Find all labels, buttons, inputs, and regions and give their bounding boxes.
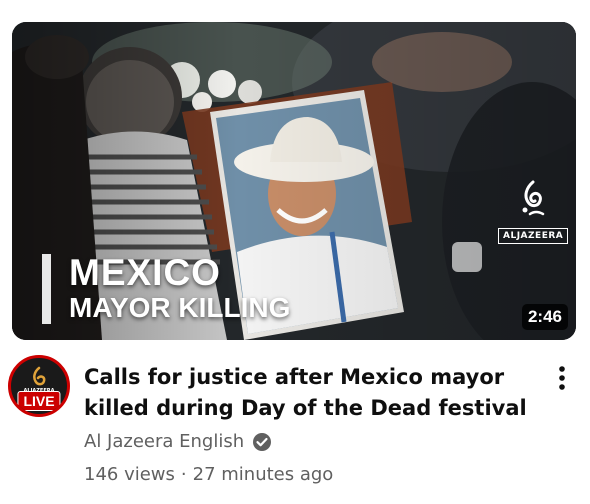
upload-age: 27 minutes ago — [192, 464, 334, 485]
verified-check-icon — [253, 433, 272, 451]
view-count: 146 views — [84, 464, 175, 485]
aljazeera-watermark: ALJAZEERA — [498, 180, 569, 244]
more-options-button[interactable] — [552, 364, 572, 394]
channel-avatar[interactable]: ALJAZEERA LIVE — [8, 355, 70, 417]
channel-name: Al Jazeera English — [84, 431, 245, 452]
metadata-separator: · — [180, 464, 187, 485]
live-badge: LIVE — [17, 391, 61, 411]
thumbnail-headline: MEXICO MAYOR KILLING — [42, 254, 290, 324]
video-title[interactable]: Calls for justice after Mexico mayor kil… — [84, 362, 544, 424]
aljazeera-logo-icon — [522, 180, 545, 216]
video-card[interactable]: MEXICO MAYOR KILLING ALJAZEERA 2:46 ALJA… — [0, 0, 590, 504]
headline-line-1: MEXICO — [69, 252, 221, 293]
more-vertical-icon — [559, 366, 565, 390]
video-duration: 2:46 — [521, 304, 568, 330]
headline-line-2: MAYOR KILLING — [69, 292, 291, 323]
channel-link[interactable]: Al Jazeera English — [84, 430, 272, 454]
video-thumbnail[interactable]: MEXICO MAYOR KILLING ALJAZEERA 2:46 — [12, 22, 576, 340]
video-metadata: 146 views · 27 minutes ago — [84, 463, 333, 487]
aljazeera-wordmark: ALJAZEERA — [498, 228, 569, 244]
